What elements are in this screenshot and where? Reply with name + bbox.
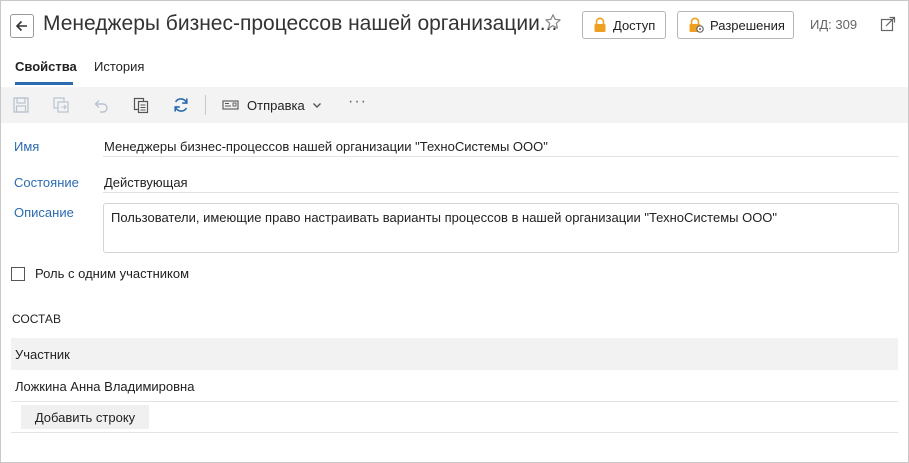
back-button[interactable] xyxy=(10,14,34,38)
refresh-icon[interactable] xyxy=(172,96,190,114)
toolbar: Отправка ··· xyxy=(1,87,908,123)
active-tab-indicator xyxy=(15,82,73,85)
tab-history[interactable]: История xyxy=(94,59,144,74)
access-button[interactable]: Доступ xyxy=(582,11,666,39)
state-field[interactable]: Действующая xyxy=(104,175,188,190)
save-close-icon[interactable] xyxy=(52,96,70,114)
star-icon[interactable] xyxy=(544,13,562,31)
save-icon[interactable] xyxy=(12,96,30,114)
send-menu-label: Отправка xyxy=(247,97,305,113)
description-label: Описание xyxy=(14,205,74,220)
tab-properties[interactable]: Свойства xyxy=(15,59,77,74)
send-menu-button[interactable]: Отправка xyxy=(222,96,323,114)
arrow-left-icon xyxy=(15,20,27,32)
copy-icon[interactable] xyxy=(132,96,150,114)
chevron-down-icon xyxy=(312,103,321,108)
undo-icon[interactable] xyxy=(92,96,110,114)
lock-gear-icon xyxy=(689,17,704,33)
tabs: Свойства История xyxy=(0,50,907,87)
permissions-button-label: Разрешения xyxy=(710,17,785,33)
participant-cell: Ложкина Анна Владимировна xyxy=(15,379,195,394)
single-participant-label: Роль с одним участником xyxy=(35,266,190,281)
open-external-icon[interactable] xyxy=(880,16,896,32)
description-textarea[interactable]: Пользователи, имеющие право настраивать … xyxy=(103,203,899,253)
permissions-button[interactable]: Разрешения xyxy=(677,11,794,39)
participant-column-header: Участник xyxy=(15,347,70,362)
name-field[interactable]: Менеджеры бизнес-процессов нашей организ… xyxy=(104,139,548,154)
single-participant-checkbox[interactable] xyxy=(11,267,25,281)
id-label: ИД: 309 xyxy=(810,17,858,32)
lock-icon xyxy=(594,17,606,32)
toolbar-separator xyxy=(205,95,206,115)
name-label: Имя xyxy=(14,139,40,154)
send-icon xyxy=(222,100,239,110)
more-actions-button[interactable]: ··· xyxy=(348,93,367,111)
header: Менеджеры бизнес-процессов нашей организ… xyxy=(0,0,907,50)
state-label: Состояние xyxy=(14,175,79,190)
table-bottom-divider xyxy=(11,432,898,433)
page-title: Менеджеры бизнес-процессов нашей организ… xyxy=(43,12,558,35)
table-row[interactable]: Ложкина Анна Владимировна xyxy=(11,370,898,402)
add-row-button[interactable]: Добавить строку xyxy=(21,405,149,429)
name-field-underline xyxy=(103,156,899,157)
state-field-underline xyxy=(103,192,899,193)
access-button-label: Доступ xyxy=(613,17,656,33)
table-header: Участник xyxy=(11,338,898,370)
composition-section-title: СОСТАВ xyxy=(12,312,61,326)
